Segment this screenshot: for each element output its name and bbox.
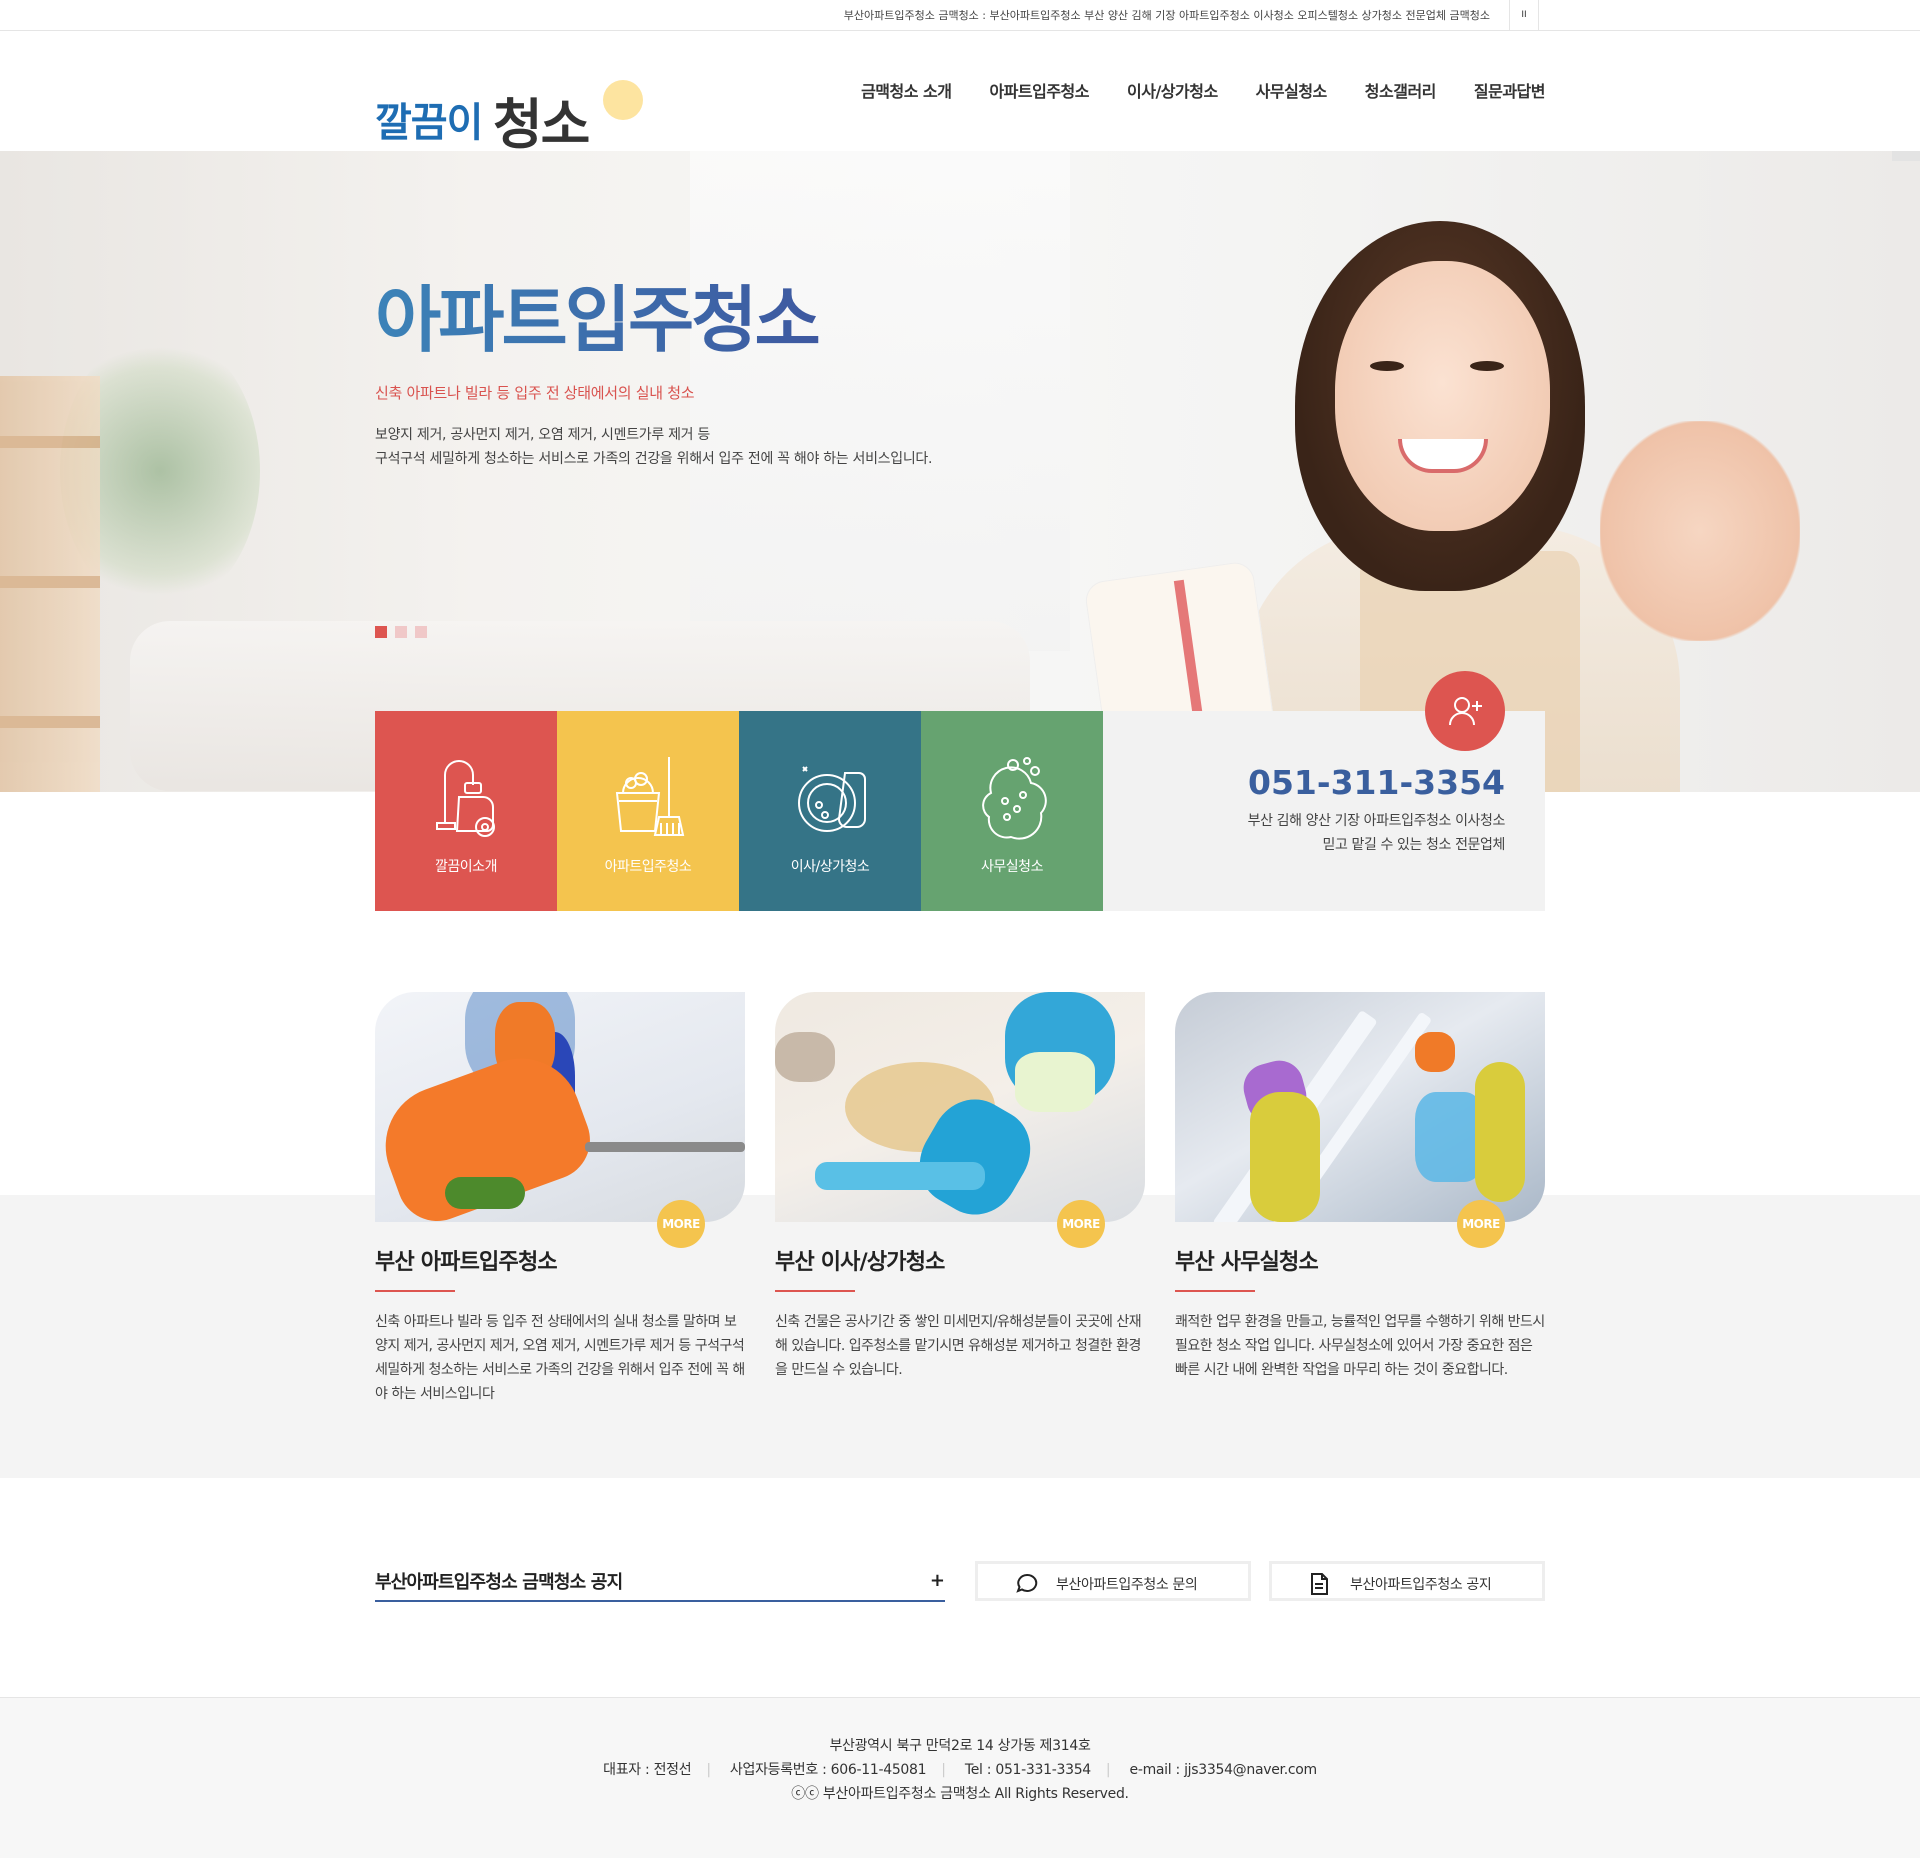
nav-item-qna[interactable]: 질문과답변: [1474, 78, 1546, 102]
footer-info: 대표자 : 전정선 | 사업자등록번호 : 606-11-45081 | Tel :…: [603, 1762, 1318, 1778]
title-underline: [375, 1290, 455, 1292]
notice-link[interactable]: 부산아파트입주청소 공지: [1269, 1561, 1545, 1601]
notice-board: 부산아파트입주청소 금맥청소 공지 +: [375, 1562, 945, 1602]
contact-phone: 051-311-3354: [1247, 763, 1505, 802]
hero-bg-shelf: [0, 376, 100, 792]
slider-dot-3[interactable]: [415, 626, 427, 638]
inquiry-link-label: 부산아파트입주청소 문의: [1056, 1577, 1198, 1593]
notice-title[interactable]: 부산아파트입주청소 금맥청소 공지: [375, 1568, 623, 1594]
service-text: 쾌적한 업무 환경을 만들고, 능률적인 업무를 수행하기 위해 반드시 필요한…: [1175, 1314, 1545, 1378]
logo-dot: [603, 80, 643, 120]
slider-dot-1[interactable]: [375, 626, 387, 638]
service-image-moving: [775, 992, 1145, 1222]
slider-dot-2[interactable]: [395, 626, 407, 638]
hero-desc-line2: 구석구석 세밀하게 청소하는 서비스로 가족의 건강을 위해서 입주 전에 꼭 …: [375, 451, 933, 467]
add-user-icon: [1449, 697, 1482, 726]
more-button[interactable]: MORE: [1457, 1200, 1505, 1248]
hero-description: 보양지 제거, 공사먼지 제거, 오염 제거, 시멘트가루 제거 등 구석구석 …: [375, 423, 932, 471]
main-nav: 금맥청소 소개 아파트입주청소 이사/상가청소 사무실청소 청소갤러리 질문과답…: [823, 78, 1545, 102]
nav-item-apartment[interactable]: 아파트입주청소: [989, 78, 1089, 102]
inquiry-link[interactable]: 부산아파트입주청소 문의: [975, 1561, 1251, 1601]
service-title: 부산 사무실청소: [1175, 1250, 1319, 1275]
more-button[interactable]: MORE: [657, 1200, 705, 1248]
hero-desc-line1: 보양지 제거, 공사먼지 제거, 오염 제거, 시멘트가루 제거 등: [375, 427, 710, 443]
service-card-office[interactable]: MORE 부산 사무실청소 쾌적한 업무 환경을 만들고, 능률적인 업무를 수…: [1175, 992, 1545, 1406]
service-image-apartment: [375, 992, 745, 1222]
header: 깔끔이 청소 금맥청소 소개 아파트입주청소 이사/상가청소 사무실청소 청소갤…: [0, 31, 1920, 156]
service-title: 부산 아파트입주청소: [375, 1250, 558, 1275]
hero-subtitle: 신축 아파트나 빌라 등 입주 전 상태에서의 실내 청소: [375, 384, 695, 402]
quick-tile-label: 사무실청소: [981, 859, 1043, 875]
quick-tile-moving[interactable]: 이사/상가청소: [739, 711, 921, 911]
service-title: 부산 이사/상가청소: [775, 1250, 945, 1275]
service-text: 신축 아파트나 빌라 등 입주 전 상태에서의 실내 청소를 말하며 보양지 제…: [375, 1314, 745, 1402]
footer-address: 부산광역시 북구 만덕2로 14 상가동 제314호: [829, 1738, 1091, 1754]
contact-circle[interactable]: [1425, 671, 1505, 751]
slider-pager: [375, 626, 427, 638]
hero-text: 아파트입주청소 신축 아파트나 빌라 등 입주 전 상태에서의 실내 청소 보양…: [375, 284, 932, 471]
service-card-moving[interactable]: MORE 부산 이사/상가청소 신축 건물은 공사기간 중 쌓인 미세먼지/유해…: [775, 992, 1145, 1406]
more-button[interactable]: MORE: [1057, 1200, 1105, 1248]
services-section: MORE 부산 아파트입주청소 신축 아파트나 빌라 등 입주 전 상태에서의 …: [375, 992, 1545, 1406]
contact-line1: 부산 김해 양산 기장 아파트입주청소 이사청소: [1247, 813, 1506, 829]
logo[interactable]: 깔끔이 청소: [375, 56, 665, 156]
logo-part2: 청소: [493, 93, 590, 156]
quick-tile-label: 이사/상가청소: [790, 859, 870, 875]
contact-box: 051-311-3354 부산 김해 양산 기장 아파트입주청소 이사청소 믿고…: [1103, 671, 1545, 911]
quick-tile-intro[interactable]: 깔끔이소개: [375, 711, 557, 911]
hero-scroll-edge: [1892, 151, 1920, 161]
footer: 부산광역시 북구 만덕2로 14 상가동 제314호 대표자 : 전정선 | 사업…: [0, 1697, 1920, 1858]
top-bar: 부산아파트입주청소 금맥청소 : 부산아파트입주청소 부산 양산 김해 기장 아…: [0, 0, 1920, 31]
marquee-text: 부산아파트입주청소 금맥청소 : 부산아파트입주청소 부산 양산 김해 기장 아…: [843, 9, 1490, 22]
contact-line2: 믿고 맡길 수 있는 청소 전문업체: [1322, 837, 1506, 853]
service-text: 신축 건물은 공사기간 중 쌓인 미세먼지/유해성분들이 곳곳에 산재해 있습니…: [775, 1314, 1142, 1378]
footer-email: e-mail : jjs3354@naver.com: [1129, 1762, 1318, 1778]
nav-item-moving[interactable]: 이사/상가청소: [1127, 78, 1218, 102]
quick-tile-apartment[interactable]: 아파트입주청소: [557, 711, 739, 911]
nav-item-office[interactable]: 사무실청소: [1256, 78, 1328, 102]
dish-sponge-icon: [798, 766, 866, 832]
hero-banner: 아파트입주청소 신축 아파트나 빌라 등 입주 전 상태에서의 실내 청소 보양…: [0, 151, 1920, 792]
logo-part1: 깔끔이: [375, 100, 483, 146]
nav-item-gallery[interactable]: 청소갤러리: [1365, 78, 1437, 102]
footer-ceo: 대표자 : 전정선: [603, 1762, 692, 1778]
document-icon: [1311, 1573, 1328, 1595]
soap-sponge-icon: [982, 757, 1047, 840]
quick-tile-label: 깔끔이소개: [435, 859, 497, 875]
title-underline: [1175, 1290, 1255, 1292]
service-image-office: [1175, 992, 1545, 1222]
nav-item-intro[interactable]: 금맥청소 소개: [861, 78, 952, 102]
title-underline: [775, 1290, 855, 1292]
quick-menu: 깔끔이소개 아파트입주청소 이사/상가청소 사무실청소 051-311-3354…: [375, 671, 1545, 911]
footer-biz-no: 사업자등록번호 : 606-11-45081: [729, 1762, 927, 1778]
service-card-apartment[interactable]: MORE 부산 아파트입주청소 신축 아파트나 빌라 등 입주 전 상태에서의 …: [375, 992, 745, 1406]
footer-tel: Tel : 051-331-3354: [964, 1762, 1091, 1778]
bucket-broom-icon: [615, 757, 685, 836]
hero-title: 아파트입주청소: [375, 284, 932, 356]
chat-bubble-icon: [1016, 1573, 1038, 1593]
notice-more-button[interactable]: +: [930, 1570, 945, 1591]
notice-link-label: 부산아파트입주청소 공지: [1350, 1577, 1492, 1593]
quick-tile-office[interactable]: 사무실청소: [921, 711, 1103, 911]
vacuum-icon: [436, 760, 495, 837]
pause-button[interactable]: II: [1509, 0, 1539, 31]
quick-tile-label: 아파트입주청소: [604, 859, 692, 875]
footer-copyright: ⓒⓒ 부산아파트입주청소 금맥청소 All Rights Reserved.: [791, 1786, 1129, 1802]
